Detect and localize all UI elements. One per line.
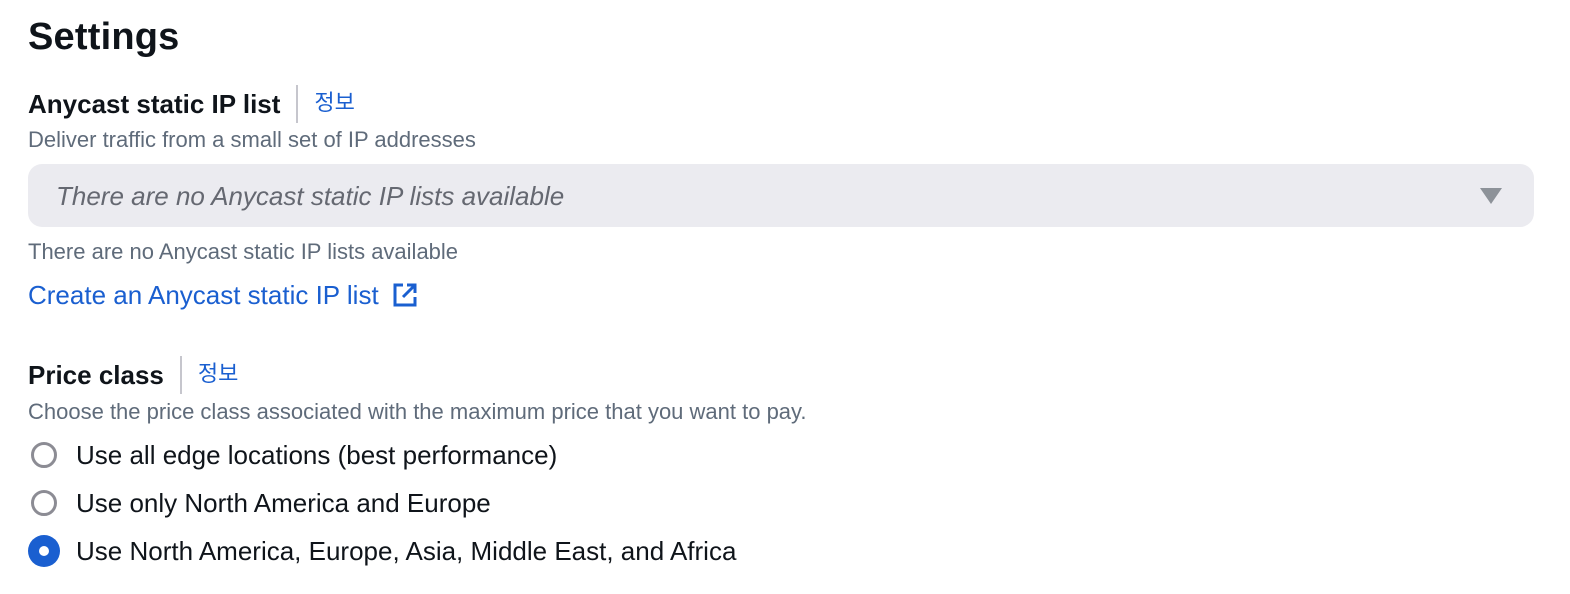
create-anycast-ip-list-link[interactable]: Create an Anycast static IP list	[28, 278, 419, 312]
price-class-option-na-europe[interactable]: Use only North America and Europe	[28, 483, 491, 523]
radio-button[interactable]	[31, 490, 57, 516]
anycast-info-link[interactable]: 정보	[314, 89, 354, 119]
price-class-info-link[interactable]: 정보	[198, 360, 238, 390]
anycast-label: Anycast static IP list	[28, 89, 281, 119]
radio-label: Use only North America and Europe	[76, 488, 491, 518]
select-placeholder: There are no Anycast static IP lists ava…	[56, 181, 565, 211]
price-class-label: Price class	[28, 360, 164, 390]
price-class-label-row: Price class 정보	[28, 355, 238, 395]
anycast-helper-text: There are no Anycast static IP lists ava…	[28, 239, 459, 264]
radio-label: Use all edge locations (best performance…	[76, 440, 558, 470]
label-divider	[179, 356, 182, 394]
radio-button-selected[interactable]	[28, 535, 60, 567]
label-divider	[296, 85, 299, 123]
external-link-icon	[393, 283, 417, 307]
radio-label: Use North America, Europe, Asia, Middle …	[76, 536, 737, 566]
page-title: Settings	[28, 16, 180, 58]
price-class-option-na-eu-asia-me-africa[interactable]: Use North America, Europe, Asia, Middle …	[28, 531, 736, 571]
radio-button[interactable]	[31, 442, 57, 468]
price-class-description: Choose the price class associated with t…	[28, 399, 807, 424]
create-link-label: Create an Anycast static IP list	[28, 280, 379, 310]
anycast-ip-list-select[interactable]: There are no Anycast static IP lists ava…	[28, 164, 1534, 227]
price-class-option-all-edge[interactable]: Use all edge locations (best performance…	[28, 435, 557, 475]
anycast-label-row: Anycast static IP list 정보	[28, 84, 355, 124]
anycast-description: Deliver traffic from a small set of IP a…	[28, 127, 476, 152]
caret-down-icon	[1480, 188, 1502, 204]
